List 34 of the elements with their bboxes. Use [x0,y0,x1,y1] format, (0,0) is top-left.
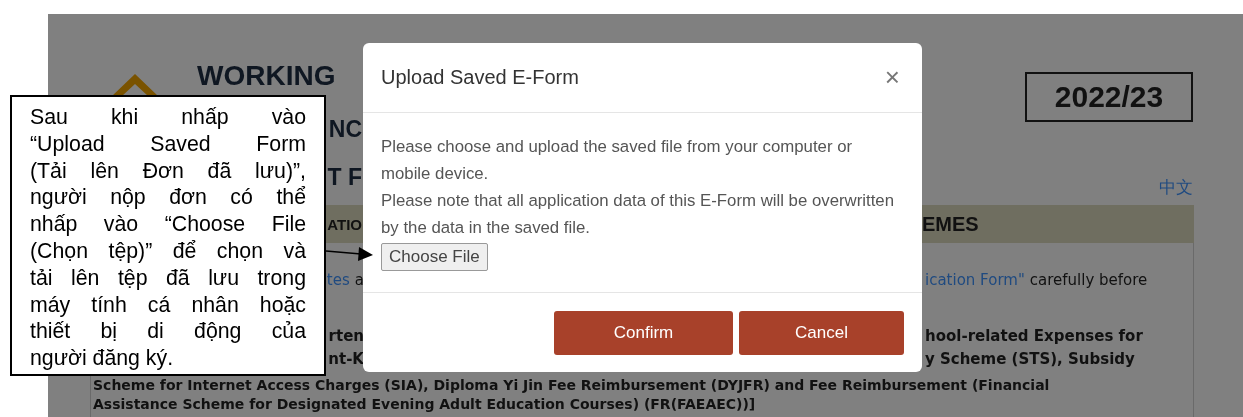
choose-file-button[interactable]: Choose File [381,243,488,271]
scheme-text: y Scheme (STS), Subsidy [924,350,1135,368]
intro-text: carefully before [1029,271,1148,289]
callout-text: (Chọn tệp)” để chọn và [30,238,306,265]
page-heading: WORKING [197,60,337,92]
scheme-text: rten [328,327,364,345]
intro-text: a [354,271,364,289]
section-title: ATIO [327,215,363,233]
link[interactable]: ication Form" [925,271,1025,289]
link[interactable]: tes [326,271,350,289]
language-link[interactable]: 中文 [1159,176,1193,199]
cancel-button[interactable]: Cancel [739,310,904,355]
scheme-text: nt-K [328,350,364,368]
page-heading: NC [328,116,363,143]
section-title: EMES [922,212,980,236]
dialog-text: Please choose and upload the saved file from your computer or mobile device. [381,136,854,185]
close-button[interactable]: × [880,62,904,93]
callout-text: người đăng ký. [30,345,175,372]
callout-text: tải lên tệp đã lưu trong [30,264,306,292]
callout-text: “Upload Saved Form [30,130,306,158]
callout-text: máy tính cá nhân hoặc [30,291,306,319]
callout-text: nhấp vào “Choose File [30,211,306,238]
year-box: 2022/23 [1025,72,1193,122]
page-heading: T F [327,163,363,191]
dialog-text: Please note that all application data of this E-Form will be overwritten by the data in the saved file. [381,190,896,239]
scheme-text: hool-related Expenses for [924,327,1143,345]
callout-text: thiết bị di động của [30,318,306,346]
confirm-button[interactable]: Confirm [554,310,733,355]
scheme-text: Assistance Scheme for Designated Evening Adult Education Courses) (FR(FAEAEC))] [92,395,757,414]
callout-text: Sau khi nhấp vào [30,104,306,131]
callout-text: (Tải lên Đơn đã lưu)”, [30,157,306,185]
callout-text: người nộp đơn có thể [30,184,306,212]
scheme-text: Scheme for Internet Access Charges (SIA), Diploma Yi Jin Fee Reimbursement (DYJFR) and Fee Reimbursement (Financial [92,376,1051,395]
dialog-title: Upload Saved E-Form [381,66,579,89]
